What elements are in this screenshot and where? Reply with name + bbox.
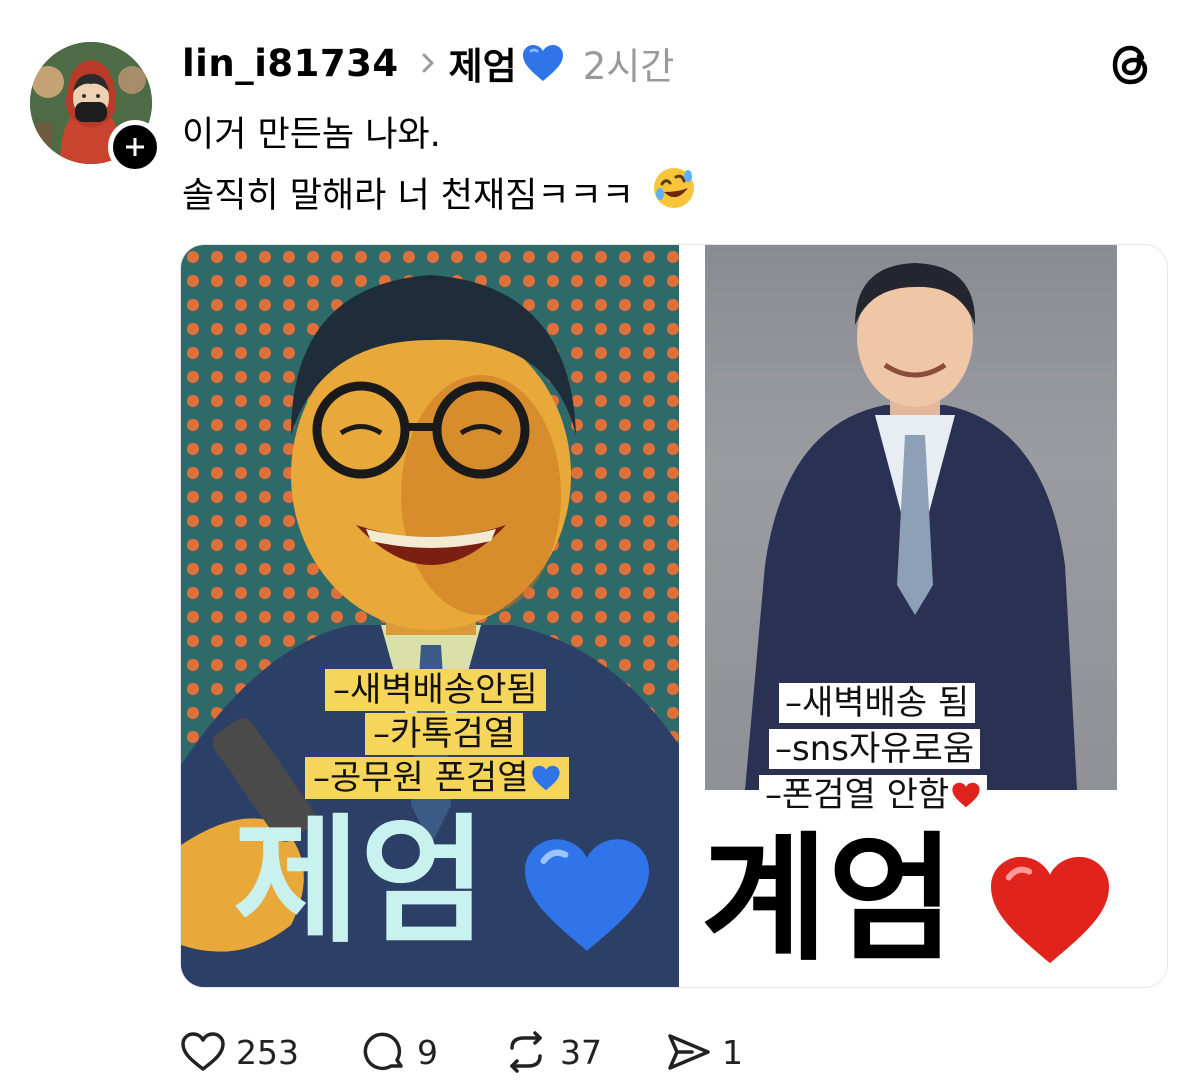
reply-count: 9 <box>417 1032 438 1072</box>
repost-button[interactable]: 37 <box>502 1030 602 1074</box>
like-count: 253 <box>236 1032 299 1072</box>
share-count: 1 <box>722 1032 743 1072</box>
heart-outline-icon <box>181 1032 225 1071</box>
post-text-line-1: 이거 만든놈 나와. <box>182 115 441 155</box>
post-header: lin_i81734 제엄 2시간 <box>182 36 674 90</box>
left-caption-3: –공무원 폰검열 <box>313 758 529 798</box>
blue-heart-icon <box>525 839 649 951</box>
repost-icon <box>510 1031 542 1073</box>
post-image[interactable]: –새벽배송안됨 –카톡검열 –공무원 폰검열 제엄 –새벽배송 됨 –sns자유 <box>180 244 1168 988</box>
reply-button[interactable]: 9 <box>363 1030 438 1074</box>
threads-logo-icon[interactable] <box>1108 42 1154 88</box>
right-image-panel: –새벽배송 됨 –sns자유로움 –폰검열 안함 계엄 <box>679 245 1167 987</box>
blue-heart-icon <box>521 43 565 83</box>
left-image-panel: –새벽배송안됨 –카톡검열 –공무원 폰검열 제엄 <box>181 245 679 987</box>
post-actions: 253 9 37 1 <box>180 1024 807 1080</box>
left-caption-3-row: –공무원 폰검열 <box>305 757 569 799</box>
blue-heart-icon <box>531 765 560 791</box>
post-text-line-2-row: 솔직히 말해라 너 천재짐ㅋㅋㅋ <box>182 164 698 221</box>
right-caption-2: –sns자유로움 <box>769 729 981 769</box>
send-icon <box>668 1034 710 1070</box>
username[interactable]: lin_i81734 <box>182 42 399 85</box>
right-caption-1: –새벽배송 됨 <box>779 683 976 723</box>
like-button[interactable]: 253 <box>180 1031 299 1073</box>
red-heart-icon <box>991 856 1109 964</box>
follow-button[interactable] <box>108 120 162 174</box>
right-caption-3-row: –폰검열 안함 <box>759 775 988 815</box>
topic-tag[interactable]: 제엄 <box>449 36 517 90</box>
right-caption-3: –폰검열 안함 <box>765 775 950 815</box>
timestamp: 2시간 <box>582 45 675 88</box>
plus-icon <box>126 138 144 156</box>
left-caption-2: –카톡검열 <box>365 713 524 755</box>
avatar-container[interactable] <box>30 42 162 174</box>
share-button[interactable]: 1 <box>666 1030 743 1074</box>
red-heart-icon <box>952 782 980 808</box>
left-caption-1: –새벽배송안됨 <box>325 669 546 711</box>
repost-count: 37 <box>560 1032 602 1072</box>
right-big-word: 계엄 <box>701 819 955 980</box>
rolling-laughing-emoji-icon <box>650 164 698 221</box>
comment-icon <box>363 1032 403 1071</box>
chevron-right-icon <box>421 52 435 74</box>
post-text-line-2: 솔직히 말해라 너 천재짐ㅋㅋㅋ <box>182 176 634 216</box>
left-big-word: 제엄 <box>233 801 487 962</box>
